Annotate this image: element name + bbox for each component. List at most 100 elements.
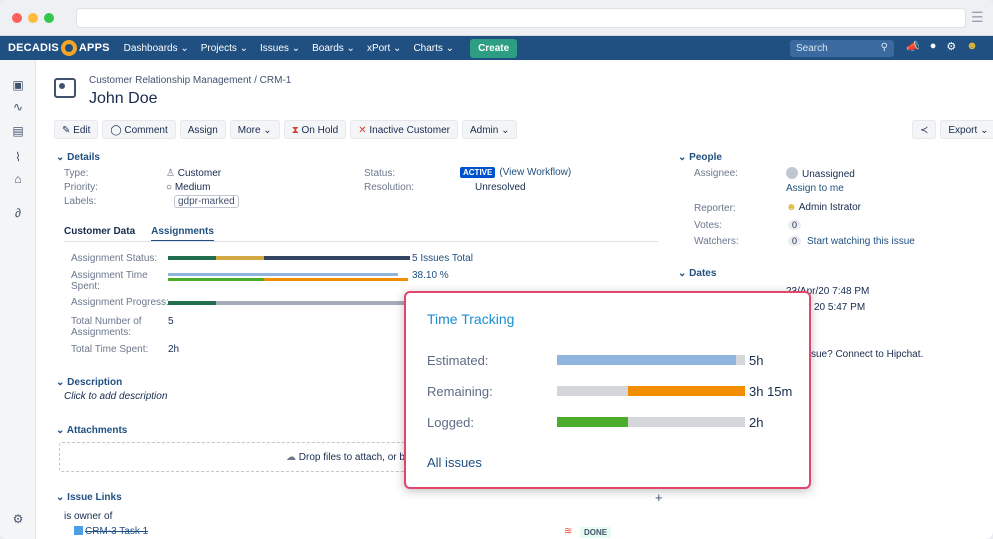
assign-button[interactable]: Assign <box>179 120 226 139</box>
status-label: Status: <box>364 168 396 179</box>
linked-issue[interactable]: CRM-3 Task 1 <box>74 526 148 537</box>
dates-heading-label: Dates <box>689 268 717 279</box>
tab-customer-data[interactable]: Customer Data <box>64 226 135 242</box>
inactive-customer-button[interactable]: ✕ Inactive Customer <box>350 120 458 139</box>
logged-bar <box>557 417 745 427</box>
details-heading[interactable]: ⌄ Details <box>56 152 100 163</box>
project-icon[interactable]: ▣ <box>10 78 26 92</box>
detail-tabs: Customer Data Assignments <box>64 226 214 242</box>
people-heading[interactable]: ⌄ People <box>678 152 722 163</box>
done-badge: DONE <box>580 527 612 538</box>
all-issues-link[interactable]: All issues <box>427 455 482 470</box>
feedback-icon[interactable]: 📣 <box>906 40 920 53</box>
dropzone-text[interactable]: ☁ Drop files to attach, or br <box>286 452 408 463</box>
estimated-value: 5h <box>749 353 764 368</box>
assignee-label: Assignee: <box>694 168 738 179</box>
total-assignments-value: 5 <box>168 316 174 327</box>
browser-window: ☰ DECADIS APPS Dashboards ⌄ Projects ⌄ I… <box>0 0 993 539</box>
status-bar-done <box>168 256 216 260</box>
linked-issue-text[interactable]: CRM-3 Task 1 <box>85 526 148 537</box>
assign-to-me-link[interactable]: Assign to me <box>786 183 844 194</box>
nav-dashboards[interactable]: Dashboards ⌄ <box>124 43 189 54</box>
edit-button[interactable]: ✎ Edit <box>54 120 99 139</box>
sidebar-settings-icon[interactable]: ⚙ <box>10 512 26 526</box>
time-tracking-title: Time Tracking <box>427 311 515 327</box>
view-workflow-link[interactable]: (View Workflow) <box>499 167 571 178</box>
labels-value[interactable]: gdpr-marked <box>174 195 239 208</box>
logo-text-left: DECADIS <box>8 42 59 54</box>
share-button[interactable]: ≺ <box>912 120 937 139</box>
admin-button[interactable]: Admin ⌄ <box>461 120 518 139</box>
hipchat-link[interactable]: sue? Connect to Hipchat. <box>811 349 923 360</box>
votes-label: Votes: <box>694 220 722 231</box>
create-button[interactable]: Create <box>470 38 518 58</box>
priority-label: Priority: <box>64 182 98 193</box>
activity-icon[interactable]: ∿ <box>10 100 26 114</box>
reporter-label: Reporter: <box>694 203 736 214</box>
priority-icon: ○ <box>166 182 175 193</box>
nav-charts[interactable]: Charts ⌄ <box>413 43 454 54</box>
type-value: ♙ Customer <box>166 168 221 179</box>
comment-button[interactable]: ◯ Comment <box>102 120 176 139</box>
attachments-heading[interactable]: ⌄ Attachments <box>56 425 127 436</box>
charts-icon[interactable]: ⌂ <box>10 172 26 186</box>
estimated-bar <box>557 355 745 365</box>
on-hold-button[interactable]: ⧗ On Hold <box>283 120 347 139</box>
time-bar-logged <box>168 278 264 281</box>
dates-heading[interactable]: ⌄ Dates <box>678 268 716 279</box>
remaining-label: Remaining: <box>427 384 493 399</box>
votes-count[interactable]: 0 <box>788 220 802 230</box>
decadis-logo[interactable]: DECADIS APPS <box>8 40 110 56</box>
total-time-spent-value: 2h <box>168 344 180 355</box>
total-assignments-label: Total Number of <box>71 316 142 327</box>
label-tag[interactable]: gdpr-marked <box>174 195 239 208</box>
breadcrumb[interactable]: Customer Relationship Management / CRM-1 <box>89 75 291 86</box>
task-checkbox-icon <box>74 526 83 535</box>
add-link-icon[interactable]: + <box>655 490 663 505</box>
search-icon: ⚲ <box>880 42 888 53</box>
reporter-value: ☻ Admin Istrator <box>786 202 861 213</box>
assignment-status-label: Assignment Status: <box>71 253 158 264</box>
link-icon[interactable]: ∂ <box>10 206 26 220</box>
user-avatar-icon[interactable]: ☻ <box>966 40 978 53</box>
logged-bar-fill <box>557 417 629 427</box>
menu-icon[interactable]: ☰ <box>971 10 985 24</box>
settings-icon[interactable]: ⚙ <box>946 40 956 53</box>
close-window-icon[interactable] <box>12 13 22 23</box>
nav-projects[interactable]: Projects ⌄ <box>201 43 248 54</box>
more-button[interactable]: More ⌄ <box>229 120 280 139</box>
logged-label: Logged: <box>427 415 474 430</box>
start-watching-link[interactable]: Start watching this issue <box>807 236 915 247</box>
address-bar[interactable] <box>76 8 966 28</box>
status-badge[interactable]: ACTIVE <box>460 167 496 178</box>
remaining-value: 3h 15m <box>749 384 793 399</box>
time-bar-estimated <box>168 273 398 276</box>
issue-links-heading-label: Issue Links <box>67 492 122 503</box>
hourglass-icon: ⧗ <box>291 125 302 136</box>
on-hold-label: On Hold <box>301 125 339 136</box>
export-button[interactable]: Export ⌄ <box>940 120 993 139</box>
assignment-status-value[interactable]: 5 Issues Total <box>412 253 473 264</box>
reports-icon[interactable]: ⌇ <box>10 150 26 164</box>
nav-xport[interactable]: xPort ⌄ <box>367 43 402 54</box>
status-value: ACTIVE (View Workflow) <box>460 167 571 178</box>
maximize-window-icon[interactable] <box>44 13 54 23</box>
nav-boards[interactable]: Boards ⌄ <box>312 43 355 54</box>
description-placeholder[interactable]: Click to add description <box>64 391 167 402</box>
search-input[interactable]: Search ⚲ <box>790 40 894 57</box>
remaining-bar <box>557 386 745 396</box>
assignment-time-value[interactable]: 38.10 % <box>412 270 449 281</box>
nav-issues[interactable]: Issues ⌄ <box>260 43 300 54</box>
minimize-window-icon[interactable] <box>28 13 38 23</box>
help-icon[interactable]: ● <box>930 40 937 53</box>
reporter-text[interactable]: Admin Istrator <box>799 202 861 213</box>
tab-assignments[interactable]: Assignments <box>151 226 214 242</box>
estimated-bar-fill <box>557 355 736 365</box>
issue-links-heading[interactable]: ⌄ Issue Links <box>56 492 122 503</box>
page-title[interactable]: John Doe <box>89 90 158 108</box>
priority-value-text: Medium <box>174 182 211 193</box>
assignment-time-label: Assignment Time <box>71 270 148 281</box>
description-heading[interactable]: ⌄ Description <box>56 377 122 388</box>
watchers-count[interactable]: 0 <box>788 236 802 246</box>
issues-icon[interactable]: ▤ <box>10 124 26 138</box>
